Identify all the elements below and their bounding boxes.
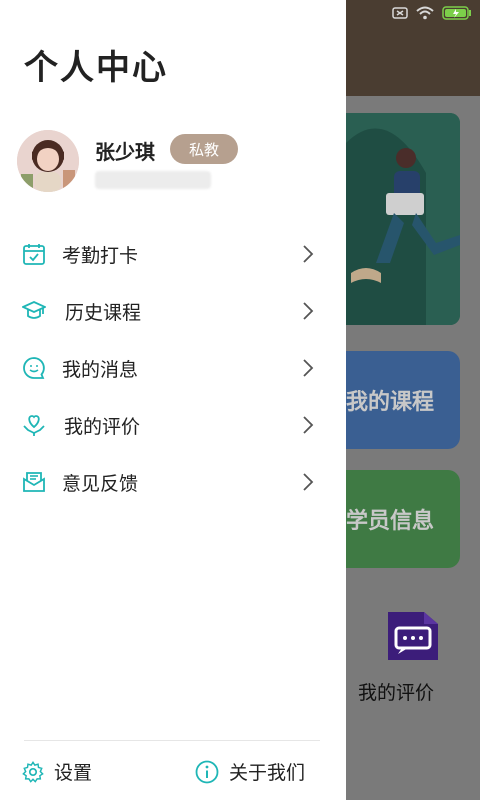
menu-item-label: 意见反馈 — [62, 473, 139, 495]
chat-bubble-icon — [23, 357, 45, 379]
footer-divider — [24, 740, 320, 741]
menu-item-attendance[interactable]: 考勤打卡 — [0, 226, 346, 283]
my-courses-label: 我的课程 — [346, 390, 435, 415]
menu-item-my-reviews[interactable]: 我的评价 — [0, 397, 346, 454]
hands-heart-icon — [23, 415, 45, 436]
gear-icon — [22, 760, 44, 783]
my-courses-tile[interactable]: 我的课程 — [346, 351, 460, 449]
student-info-tile[interactable]: 学员信息 — [346, 470, 460, 568]
avatar-portrait — [17, 130, 79, 192]
menu-item-label: 我的评价 — [64, 416, 141, 438]
graduation-cap-icon — [22, 301, 46, 319]
settings-label: 设置 — [54, 762, 93, 784]
role-badge-label: 私教 — [188, 140, 219, 159]
about-us-button[interactable]: 关于我们 — [195, 758, 305, 785]
status-bar — [392, 6, 472, 20]
my-reviews-shortcut[interactable] — [346, 610, 480, 666]
chevron-right-icon — [303, 302, 314, 320]
sim-icon — [392, 7, 408, 19]
phone-number-redacted — [95, 171, 211, 189]
review-doc-icon — [388, 612, 438, 660]
calendar-check-icon — [23, 244, 45, 265]
menu-item-history-courses[interactable]: 历史课程 — [0, 283, 346, 340]
wifi-icon — [416, 6, 434, 20]
drawer-menu: 考勤打卡 历史课程 我的消息 我的评价 意见反馈 — [0, 226, 346, 511]
info-icon — [195, 760, 219, 783]
role-badge: 私教 — [170, 134, 238, 164]
drawer-title: 个人中心 — [24, 48, 168, 88]
mail-feedback-icon — [23, 472, 45, 492]
user-name: 张少琪 — [95, 140, 155, 164]
chevron-right-icon — [303, 416, 314, 434]
chevron-right-icon — [303, 245, 314, 263]
menu-item-label: 历史课程 — [65, 302, 142, 324]
about-us-label: 关于我们 — [229, 762, 306, 784]
menu-item-label: 我的消息 — [62, 359, 139, 381]
settings-button[interactable]: 设置 — [22, 758, 92, 785]
menu-item-label: 考勤打卡 — [62, 245, 139, 267]
chevron-right-icon — [303, 359, 314, 377]
reader-illustration — [346, 113, 460, 325]
my-reviews-shortcut-label: 我的评价 — [358, 682, 435, 704]
avatar[interactable] — [17, 130, 79, 192]
battery-icon — [442, 6, 471, 20]
menu-item-feedback[interactable]: 意见反馈 — [0, 454, 346, 511]
promo-banner[interactable] — [346, 113, 460, 325]
navigation-drawer: 个人中心 张少琪 私教 考勤打卡 历史课程 我的消息 我的评价 意见反馈 设置 … — [0, 0, 346, 800]
chevron-right-icon — [303, 473, 314, 491]
student-info-label: 学员信息 — [346, 509, 435, 534]
menu-item-messages[interactable]: 我的消息 — [0, 340, 346, 397]
